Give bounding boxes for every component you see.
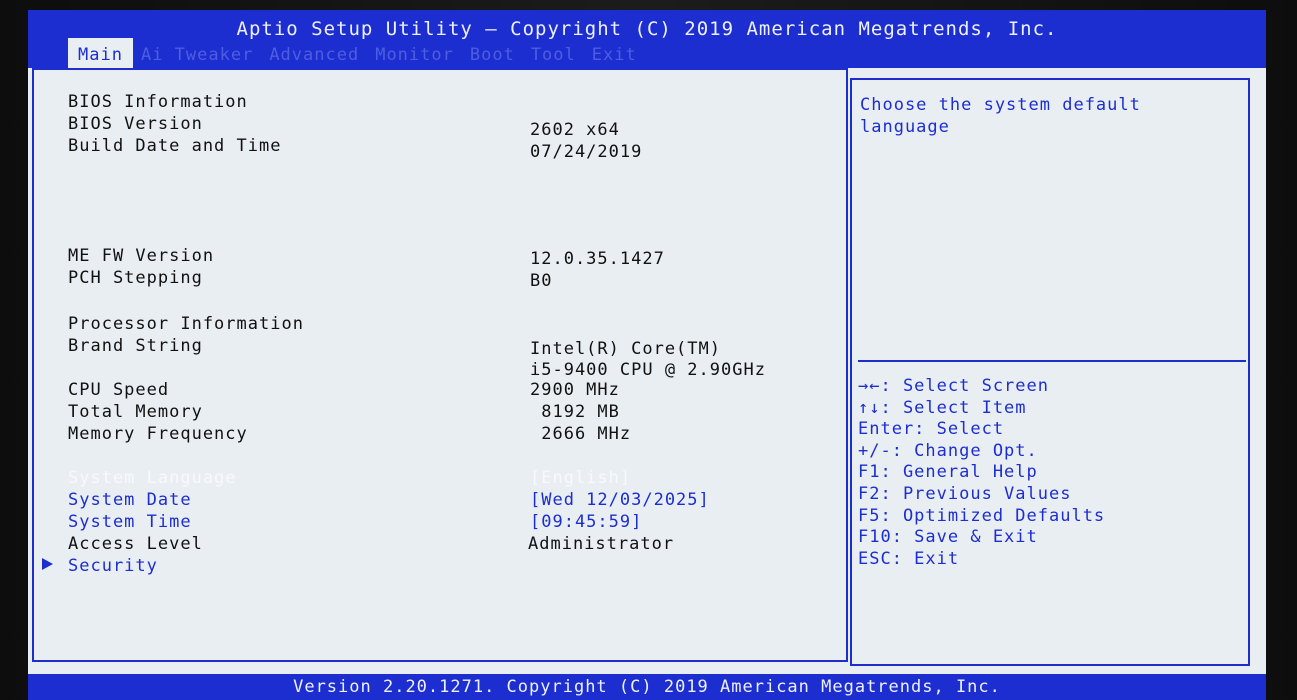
main-panel: BIOS Information BIOS Version 2602 x64 B…	[32, 68, 848, 662]
key-save-exit: F10: Save & Exit	[858, 527, 1038, 548]
system-language-row[interactable]: System Language [English]	[34, 468, 846, 490]
bios-information-label: BIOS Information	[68, 92, 248, 112]
help-panel: Choose the system default language →←: S…	[850, 78, 1250, 666]
build-date-row: Build Date and Time 07/24/2019	[34, 136, 846, 162]
processor-information-label: Processor Information	[68, 314, 304, 334]
brand-string-value-line2: i5-9400 CPU @ 2.90GHz	[530, 360, 766, 380]
cpu-speed-value: 2900 MHz	[530, 380, 620, 400]
bios-version-label: BIOS Version	[68, 114, 203, 134]
total-memory-row: Total Memory 8192 MB	[34, 402, 846, 424]
key-optimized-defaults: F5: Optimized Defaults	[858, 505, 1106, 526]
access-level-row: Access Level Administrator	[34, 534, 846, 556]
tab-boot[interactable]: Boot	[462, 42, 523, 68]
pch-stepping-label: PCH Stepping	[68, 268, 203, 288]
build-date-label: Build Date and Time	[68, 136, 282, 156]
system-language-label[interactable]: System Language	[68, 468, 237, 488]
system-date-label[interactable]: System Date	[68, 490, 192, 510]
tab-ai-tweaker[interactable]: Ai Tweaker	[133, 42, 261, 68]
tab-advanced[interactable]: Advanced	[261, 42, 367, 68]
tab-tool[interactable]: Tool	[523, 42, 584, 68]
access-level-value: Administrator	[528, 534, 675, 554]
key-legend: →←: Select Screen ↑↓: Select Item Enter:…	[858, 376, 1246, 570]
key-enter-select: Enter: Select	[858, 419, 1005, 440]
bios-version-row: BIOS Version 2602 x64	[34, 114, 846, 140]
key-select-item: ↑↓: Select Item	[858, 397, 1027, 418]
tab-main[interactable]: Main	[68, 38, 133, 68]
key-general-help: F1: General Help	[858, 462, 1038, 483]
submenu-arrow-icon	[42, 558, 53, 570]
system-date-value[interactable]: [Wed 12/03/2025]	[530, 490, 710, 510]
tab-monitor[interactable]: Monitor	[367, 42, 462, 68]
help-divider	[858, 360, 1246, 362]
system-time-value[interactable]: [09:45:59]	[530, 512, 642, 532]
memory-frequency-value: 2666 MHz	[530, 424, 632, 444]
access-level-label: Access Level	[68, 534, 203, 554]
memory-frequency-label: Memory Frequency	[68, 424, 248, 444]
version-footer: Version 2.20.1271. Copyright (C) 2019 Am…	[28, 674, 1266, 700]
utility-title: Aptio Setup Utility – Copyright (C) 2019…	[236, 18, 1058, 40]
brand-string-label: Brand String	[68, 336, 203, 356]
tab-exit[interactable]: Exit	[584, 42, 645, 68]
memory-frequency-row: Memory Frequency 2666 MHz	[34, 424, 846, 446]
header-bar: Aptio Setup Utility – Copyright (C) 2019…	[28, 10, 1266, 68]
key-esc-exit: ESC: Exit	[858, 548, 960, 569]
brand-string-value-line1: Intel(R) Core(TM)	[530, 339, 721, 359]
processor-information-heading: Processor Information	[34, 314, 846, 336]
me-fw-row: ME FW Version 12.0.35.1427	[34, 246, 846, 269]
security-submenu-row[interactable]: Security	[34, 556, 846, 578]
total-memory-label: Total Memory	[68, 402, 203, 422]
bios-screen: Aptio Setup Utility – Copyright (C) 2019…	[28, 10, 1266, 700]
build-date-value: 07/24/2019	[530, 142, 643, 162]
system-time-row[interactable]: System Time [09:45:59]	[34, 512, 846, 534]
me-fw-label: ME FW Version	[68, 246, 215, 266]
key-previous-values: F2: Previous Values	[858, 483, 1072, 504]
brand-string-row-2: i5-9400 CPU @ 2.90GHz	[34, 360, 846, 382]
total-memory-value: 8192 MB	[530, 402, 620, 422]
bios-information-heading: BIOS Information	[34, 92, 846, 114]
system-time-label[interactable]: System Time	[68, 512, 192, 532]
tab-bar: Main Ai Tweaker Advanced Monitor Boot To…	[68, 38, 645, 68]
pch-stepping-value: B0	[530, 271, 553, 291]
cpu-speed-row: CPU Speed 2900 MHz	[34, 380, 846, 402]
pch-stepping-row: PCH Stepping B0	[34, 268, 846, 291]
key-change-opt: +/-: Change Opt.	[858, 440, 1038, 461]
security-label[interactable]: Security	[68, 556, 158, 576]
system-language-value[interactable]: [English]	[530, 468, 631, 488]
help-description: Choose the system default language	[860, 95, 1141, 137]
key-select-screen: →←: Select Screen	[858, 376, 1049, 396]
cpu-speed-label: CPU Speed	[68, 380, 170, 400]
brand-string-row: Brand String Intel(R) Core(TM)	[34, 336, 846, 359]
me-fw-value: 12.0.35.1427	[530, 249, 665, 269]
system-date-row[interactable]: System Date [Wed 12/03/2025]	[34, 490, 846, 512]
